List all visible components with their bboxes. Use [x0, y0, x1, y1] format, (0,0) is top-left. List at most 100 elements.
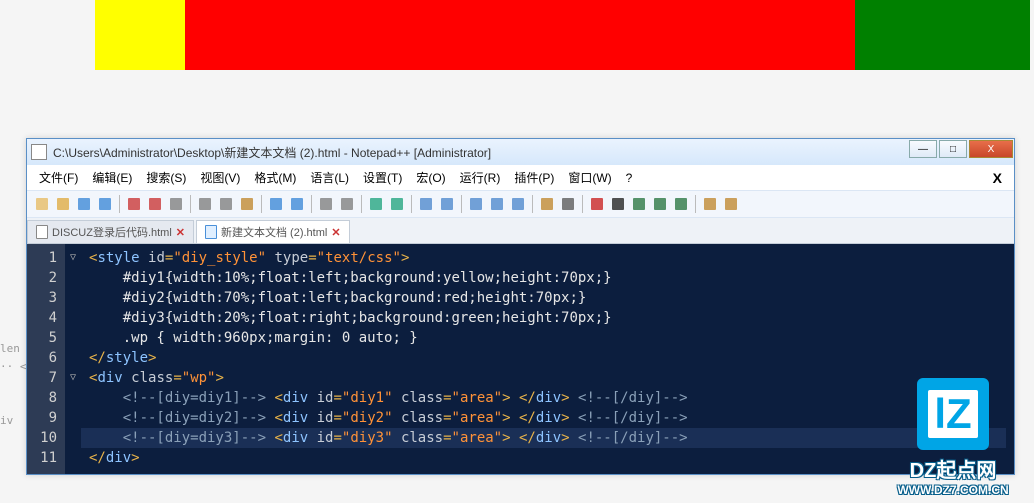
- fold-toggle: [65, 348, 81, 368]
- menu-w[interactable]: 窗口(W): [562, 167, 617, 188]
- tab-0[interactable]: DISCUZ登录后代码.html✕: [27, 220, 194, 243]
- tab-close-icon[interactable]: ✕: [331, 226, 340, 239]
- menu-f[interactable]: 文件(F): [33, 167, 84, 188]
- open-icon[interactable]: [54, 195, 72, 213]
- watermark-text-secondary: WWW.DZ7.COM.CN: [878, 483, 1028, 497]
- toolbar-separator: [361, 195, 362, 213]
- tab-close-icon[interactable]: ✕: [176, 226, 185, 239]
- app-icon: [31, 144, 47, 160]
- replace-icon[interactable]: [338, 195, 356, 213]
- menu-o[interactable]: 宏(O): [410, 167, 451, 188]
- code-line-2[interactable]: #diy1{width:10%;float:left;background:ye…: [89, 268, 1006, 288]
- show-all-icon[interactable]: [488, 195, 506, 213]
- menu-[interactable]: ?: [620, 169, 639, 187]
- fold-toggle: [65, 308, 81, 328]
- diy2-block: [185, 0, 855, 70]
- toolbar-separator: [695, 195, 696, 213]
- titlebar[interactable]: C:\Users\Administrator\Desktop\新建文本文档 (2…: [27, 139, 1014, 165]
- line-number: 3: [35, 288, 57, 308]
- save-all-icon[interactable]: [96, 195, 114, 213]
- fold-toggle: [65, 448, 81, 468]
- stop-icon[interactable]: [609, 195, 627, 213]
- paste-icon[interactable]: [238, 195, 256, 213]
- zoom-in-icon[interactable]: [367, 195, 385, 213]
- line-number: 8: [35, 388, 57, 408]
- code-line-1[interactable]: <style id="diy_style" type="text/css">: [89, 248, 1006, 268]
- line-number: 5: [35, 328, 57, 348]
- code-line-3[interactable]: #diy2{width:70%;float:left;background:re…: [89, 288, 1006, 308]
- diy1-block: [95, 0, 185, 70]
- file-icon: [36, 225, 48, 239]
- lang-icon[interactable]: [538, 195, 556, 213]
- line-number: 2: [35, 268, 57, 288]
- maximize-button[interactable]: □: [939, 140, 967, 158]
- indent-guide-icon[interactable]: [509, 195, 527, 213]
- code-line-5[interactable]: .wp { width:960px;margin: 0 auto; }: [89, 328, 1006, 348]
- toolbar-separator: [411, 195, 412, 213]
- background-code-snippet: len ·· < iv: [0, 340, 27, 430]
- code-area[interactable]: <style id="diy_style" type="text/css"> #…: [81, 244, 1014, 474]
- menu-m[interactable]: 格式(M): [248, 167, 302, 188]
- find-icon[interactable]: [317, 195, 335, 213]
- save-icon[interactable]: [75, 195, 93, 213]
- close-window-button[interactable]: X: [969, 140, 1013, 158]
- notepadpp-window: C:\Users\Administrator\Desktop\新建文本文档 (2…: [26, 138, 1015, 475]
- minimize-button[interactable]: —: [909, 140, 937, 158]
- doc-icon[interactable]: [722, 195, 740, 213]
- line-number: 9: [35, 408, 57, 428]
- cut-icon[interactable]: [196, 195, 214, 213]
- redo-icon[interactable]: [288, 195, 306, 213]
- tab-1[interactable]: 新建文本文档 (2).html✕: [196, 220, 350, 243]
- spell-icon[interactable]: [701, 195, 719, 213]
- fast-icon[interactable]: [672, 195, 690, 213]
- close-icon[interactable]: [125, 195, 143, 213]
- toolbar: [27, 190, 1014, 218]
- toolbar-separator: [261, 195, 262, 213]
- menu-l[interactable]: 语言(L): [304, 167, 355, 188]
- sync-h-icon[interactable]: [438, 195, 456, 213]
- code-line-9[interactable]: <!--[diy=diy2]--> <div id="diy2" class="…: [89, 408, 1006, 428]
- menu-r[interactable]: 运行(R): [454, 167, 507, 188]
- line-number-gutter: 1234567891011: [27, 244, 65, 474]
- code-line-10[interactable]: <!--[diy=diy3]--> <div id="diy3" class="…: [81, 428, 1006, 448]
- line-number: 4: [35, 308, 57, 328]
- fold-toggle[interactable]: ▽: [65, 248, 81, 268]
- menu-v[interactable]: 视图(V): [194, 167, 246, 188]
- menu-s[interactable]: 搜索(S): [140, 167, 192, 188]
- file-icon: [205, 225, 217, 239]
- code-line-11[interactable]: </div>: [89, 448, 1006, 468]
- line-number: 11: [35, 448, 57, 468]
- code-line-8[interactable]: <!--[diy=diy1]--> <div id="diy1" class="…: [89, 388, 1006, 408]
- code-line-7[interactable]: <div class="wp">: [89, 368, 1006, 388]
- code-editor[interactable]: 1234567891011 ▽▽ <style id="diy_style" t…: [27, 244, 1014, 474]
- diy3-block: [855, 0, 1030, 70]
- menu-e[interactable]: 编辑(E): [86, 167, 138, 188]
- toolbar-separator: [532, 195, 533, 213]
- copy-icon[interactable]: [217, 195, 235, 213]
- toolbar-separator: [311, 195, 312, 213]
- sync-v-icon[interactable]: [417, 195, 435, 213]
- record-icon[interactable]: [588, 195, 606, 213]
- toolbar-separator: [119, 195, 120, 213]
- zoom-out-icon[interactable]: [388, 195, 406, 213]
- play-icon[interactable]: [630, 195, 648, 213]
- code-line-4[interactable]: #diy3{width:20%;float:right;background:g…: [89, 308, 1006, 328]
- secondary-close-button[interactable]: X: [987, 168, 1008, 188]
- fold-toggle[interactable]: ▽: [65, 368, 81, 388]
- fold-toggle: [65, 388, 81, 408]
- menu-t[interactable]: 设置(T): [357, 167, 408, 188]
- code-line-6[interactable]: </style>: [89, 348, 1006, 368]
- window-title: C:\Users\Administrator\Desktop\新建文本文档 (2…: [53, 144, 1010, 161]
- eye-icon[interactable]: [559, 195, 577, 213]
- toolbar-separator: [190, 195, 191, 213]
- menu-p[interactable]: 插件(P): [508, 167, 560, 188]
- fold-toggle: [65, 408, 81, 428]
- close-all-icon[interactable]: [146, 195, 164, 213]
- print-icon[interactable]: [167, 195, 185, 213]
- undo-icon[interactable]: [267, 195, 285, 213]
- fold-margin[interactable]: ▽▽: [65, 244, 81, 474]
- new-file-icon[interactable]: [33, 195, 51, 213]
- watermark-text-primary: DZ起点网: [878, 454, 1028, 483]
- play-multi-icon[interactable]: [651, 195, 669, 213]
- wrap-icon[interactable]: [467, 195, 485, 213]
